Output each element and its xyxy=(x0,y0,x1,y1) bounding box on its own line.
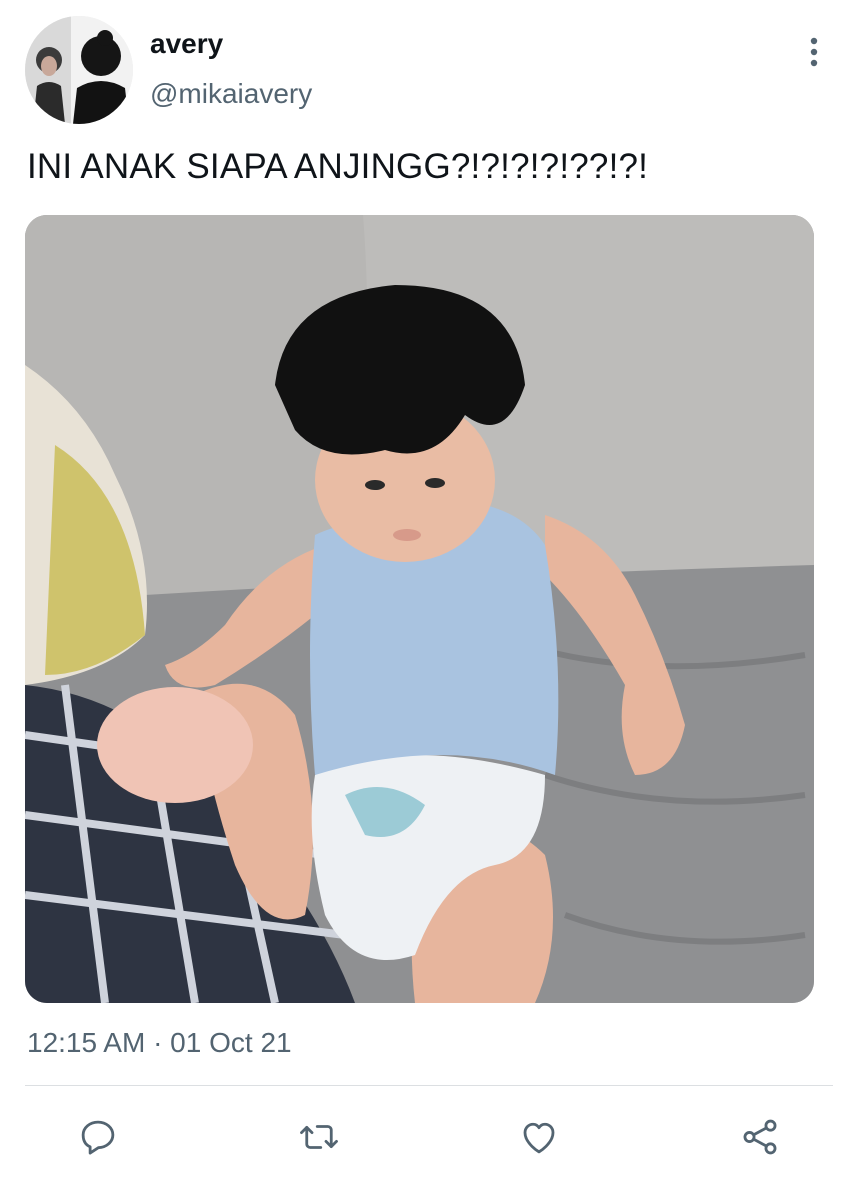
avatar[interactable] xyxy=(25,16,133,124)
tweet-photo[interactable] xyxy=(25,215,814,1003)
share-button[interactable] xyxy=(735,1112,785,1162)
heart-icon xyxy=(523,1122,555,1154)
like-button[interactable] xyxy=(514,1112,564,1162)
tweet-card: avery @mikaiavery INI ANAK SIAPA ANJINGG… xyxy=(0,0,858,1200)
display-name[interactable]: avery xyxy=(150,28,223,60)
toddler-on-couch-photo-icon xyxy=(25,215,814,1003)
retweet-icon xyxy=(300,1125,338,1149)
divider xyxy=(25,1085,833,1086)
retweet-button[interactable] xyxy=(294,1112,344,1162)
share-icon xyxy=(743,1119,777,1155)
reply-icon xyxy=(81,1120,115,1155)
user-handle[interactable]: @mikaiavery xyxy=(150,78,312,110)
more-options-button[interactable] xyxy=(796,34,832,70)
more-vertical-icon xyxy=(810,37,818,67)
tweet-timestamp[interactable]: 12:15 AM · 01 Oct 21 xyxy=(27,1026,292,1060)
reply-button[interactable] xyxy=(73,1112,123,1162)
avatar-photo-icon xyxy=(25,16,133,124)
tweet-text: INI ANAK SIAPA ANJINGG?!?!?!?!??!?! xyxy=(27,147,649,186)
